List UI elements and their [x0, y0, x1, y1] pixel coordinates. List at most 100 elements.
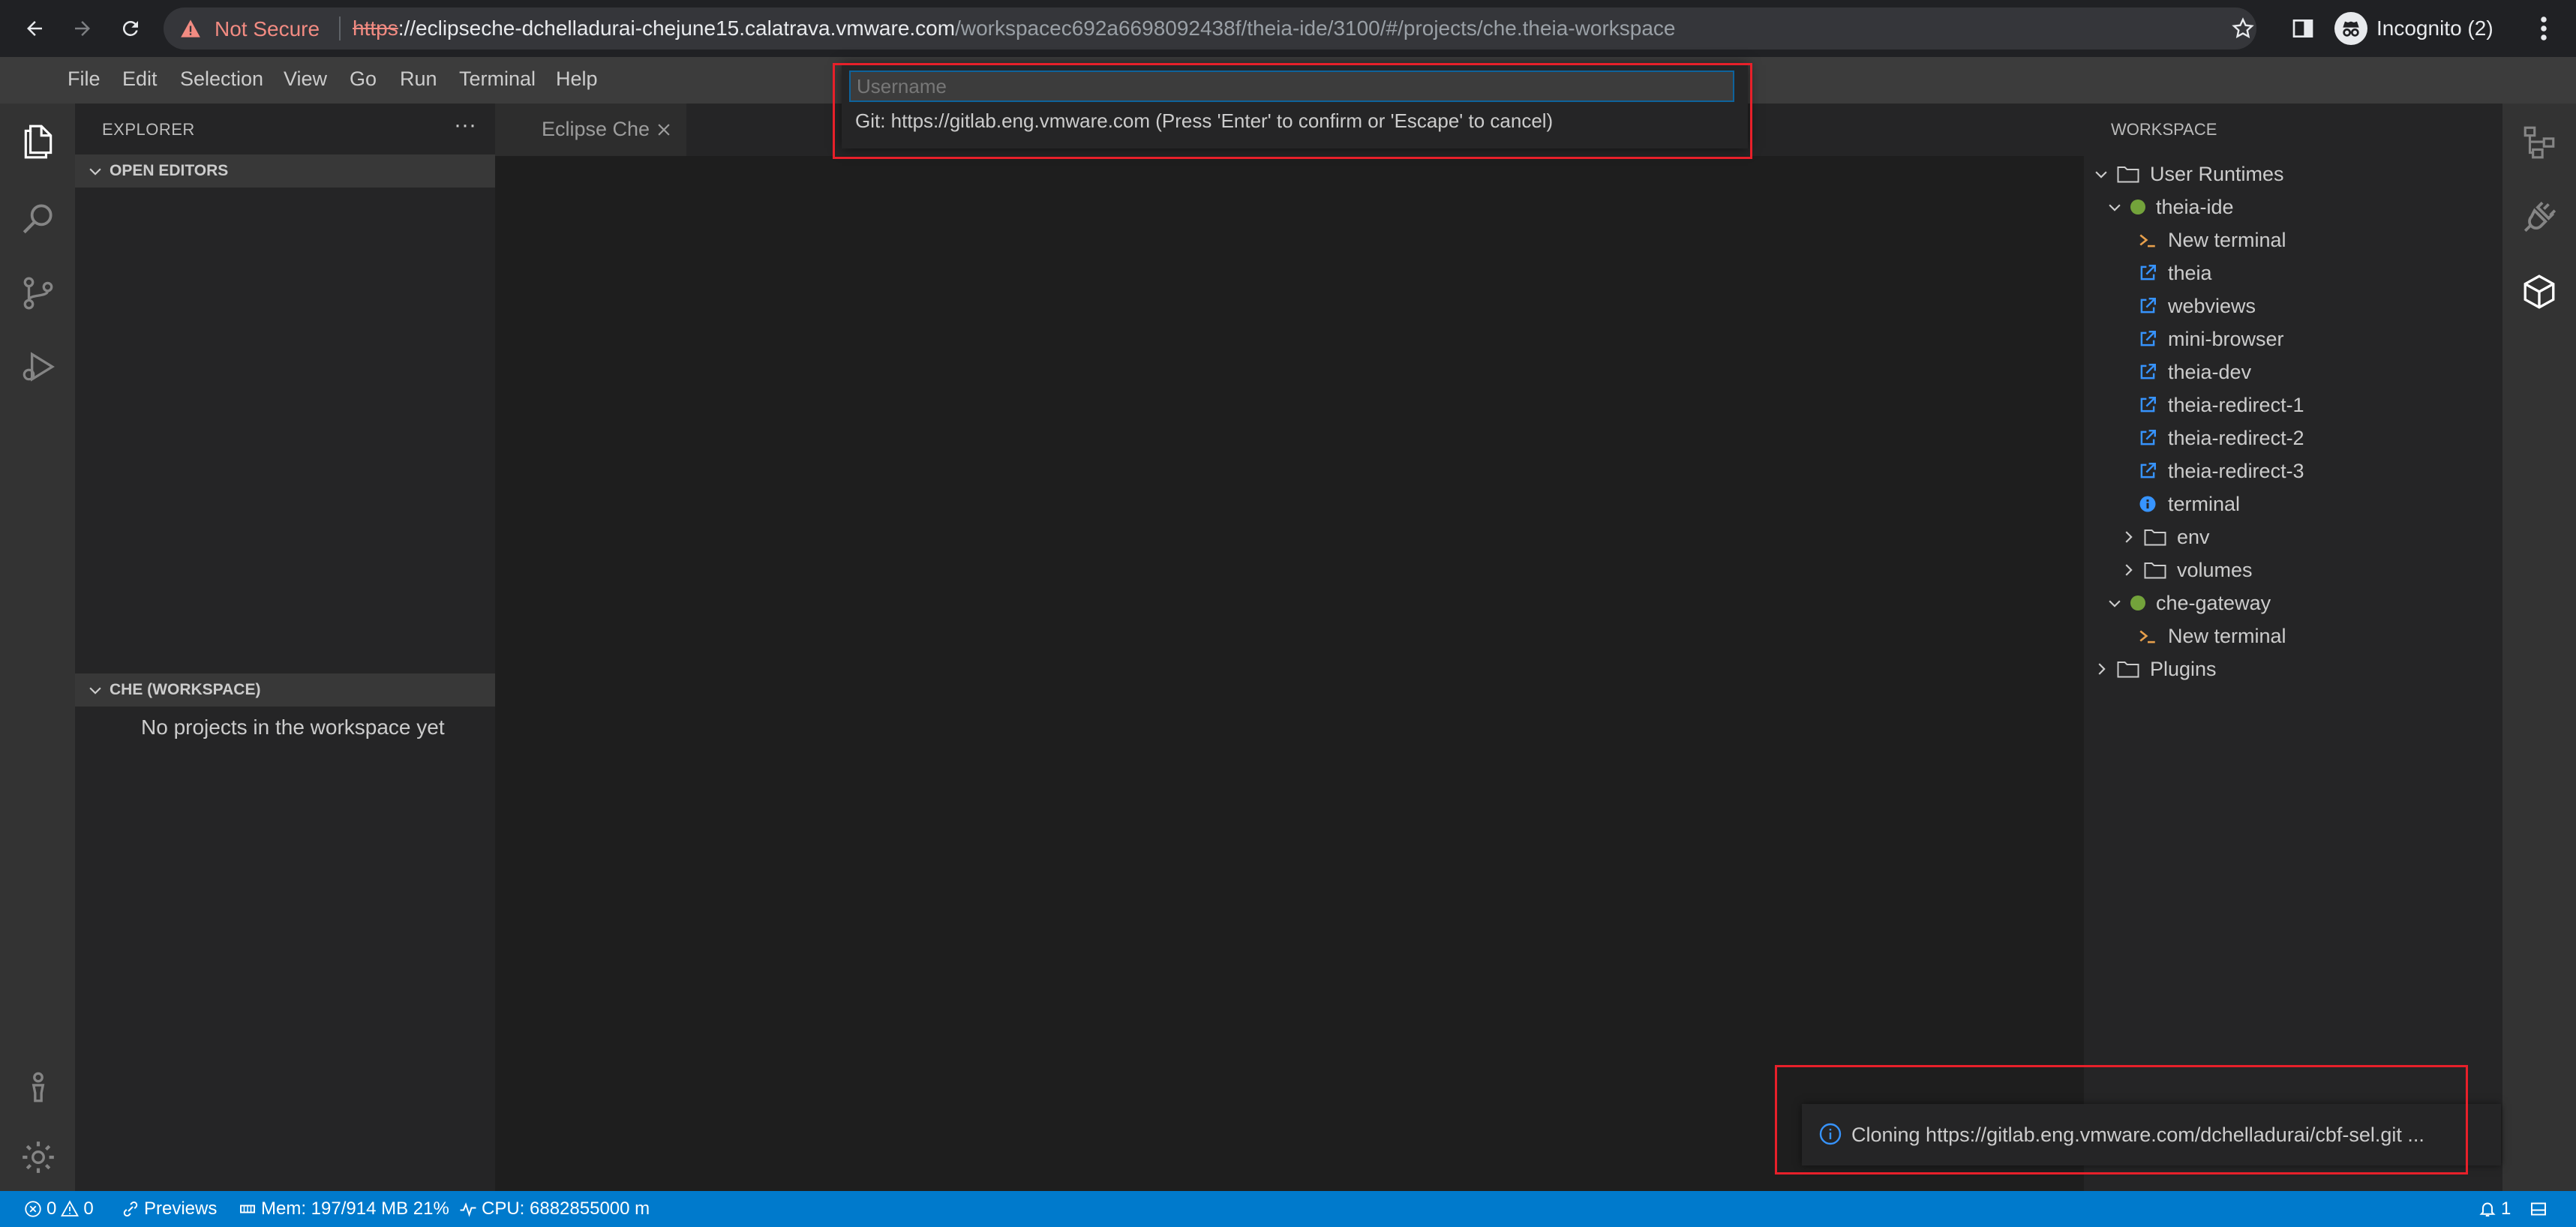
warning-icon — [61, 1200, 80, 1216]
source-control-icon[interactable] — [20, 274, 57, 312]
tree-item-mini-browser[interactable]: mini-browser — [2138, 322, 2284, 356]
tree-item-theia-redirect-2[interactable]: theia-redirect-2 — [2138, 422, 2304, 454]
tree-item-che-gateway[interactable]: che-gateway — [2106, 586, 2271, 620]
chevron-down-icon — [89, 168, 101, 176]
cpu-label: CPU: 6882855000 m — [482, 1198, 650, 1219]
activity-bar-left — [0, 104, 75, 1191]
cpu-status: CPU: 6882855000 m — [459, 1191, 650, 1227]
open-editors-section-header[interactable]: OPEN EDITORS — [75, 154, 495, 188]
tree-item-user-runtimes[interactable]: User Runtimes — [2093, 158, 2284, 190]
kebab-menu-icon[interactable] — [2532, 15, 2555, 42]
activity-bar-right — [2502, 104, 2576, 1191]
external-link-icon — [2138, 362, 2157, 382]
menu-run[interactable]: Run — [400, 68, 437, 91]
panel-layout-icon — [2531, 1202, 2546, 1216]
explorer-files-icon[interactable] — [20, 123, 57, 160]
settings-gear-icon[interactable] — [20, 1138, 57, 1176]
reload-button[interactable] — [113, 10, 149, 46]
security-label[interactable]: Not Secure — [215, 17, 320, 41]
tree-item-terminal[interactable]: terminal — [2138, 488, 2240, 520]
tree-label: New terminal — [2168, 228, 2286, 251]
side-panel-icon[interactable] — [2291, 16, 2315, 40]
error-icon — [25, 1201, 41, 1217]
url-path: /workspacec692a6698092438f/theia-ide/310… — [955, 16, 1676, 40]
accounts-icon[interactable] — [20, 1068, 57, 1106]
menu-help[interactable]: Help — [556, 68, 598, 91]
tree-item-theia[interactable]: theia — [2138, 256, 2212, 290]
tree-item-webviews[interactable]: webviews — [2138, 290, 2256, 322]
folder-icon — [2144, 562, 2166, 579]
incognito-profile-button[interactable]: Incognito (2) — [2334, 9, 2493, 48]
bookmark-star-icon[interactable] — [2231, 16, 2255, 40]
error-count: 0 — [47, 1198, 57, 1219]
tree-item-plugins[interactable]: Plugins — [2093, 652, 2217, 686]
menu-go[interactable]: Go — [350, 68, 377, 91]
menu-view[interactable]: View — [284, 68, 327, 91]
notifications-count: 1 — [2501, 1198, 2511, 1219]
notification-toast[interactable]: Cloning https://gitlab.eng.vmware.com/dc… — [1802, 1104, 2501, 1166]
previews-status[interactable]: Previews — [122, 1191, 217, 1227]
workspace-cube-icon[interactable] — [2520, 273, 2558, 310]
tree-item-theia-redirect-3[interactable]: theia-redirect-3 — [2138, 454, 2304, 488]
tree-item-theia-redirect-1[interactable]: theia-redirect-1 — [2138, 388, 2304, 422]
external-link-icon — [2138, 296, 2157, 316]
outline-tree-icon[interactable] — [2520, 123, 2558, 160]
tree-label: New terminal — [2168, 624, 2286, 647]
explorer-more-actions[interactable]: ··· — [454, 112, 476, 138]
problems-status[interactable]: 0 0 — [24, 1191, 94, 1227]
editor-area[interactable] — [495, 156, 2084, 1191]
open-editors-title: OPEN EDITORS — [110, 162, 229, 179]
url-text[interactable]: https://eclipseche-dchelladurai-chejune1… — [353, 16, 1676, 40]
warning-count: 0 — [83, 1198, 94, 1219]
chevron-down-icon — [2095, 171, 2107, 178]
arrow-right-icon — [75, 21, 90, 36]
explorer-sidebar: EXPLORER ··· OPEN EDITORS CHE (WORKSPACE… — [75, 104, 495, 1191]
tree-item-new-terminal[interactable]: New terminal — [2138, 224, 2286, 256]
tree-label: Plugins — [2150, 657, 2217, 680]
tree-label: User Runtimes — [2150, 162, 2284, 185]
tree-label: theia-dev — [2168, 360, 2252, 383]
layout-toggle[interactable] — [2529, 1191, 2547, 1227]
external-link-icon — [2138, 329, 2157, 349]
omnibox-separator — [339, 16, 341, 40]
warning-icon — [181, 20, 200, 38]
workspace-title: WORKSPACE — [2111, 120, 2217, 139]
tree-label: theia-redirect-1 — [2168, 393, 2304, 416]
terminal-prompt-icon — [2138, 626, 2157, 646]
plugin-plug-icon[interactable] — [2520, 198, 2558, 236]
url-host: ://eclipseche-dchelladurai-chejune15.cal… — [398, 16, 956, 40]
folder-icon — [2117, 662, 2139, 678]
search-icon[interactable] — [20, 200, 57, 237]
arrow-left-icon — [27, 21, 42, 36]
link-icon — [123, 1202, 138, 1216]
tree-item-gateway-new-terminal[interactable]: New terminal — [2138, 620, 2286, 652]
tree-item-env[interactable]: env — [2120, 520, 2210, 554]
menu-edit[interactable]: Edit — [122, 68, 158, 91]
close-icon[interactable] — [656, 122, 672, 138]
tree-item-theia-ide[interactable]: theia-ide — [2106, 190, 2234, 224]
profile-label: Incognito (2) — [2376, 16, 2493, 40]
che-workspace-section-header[interactable]: CHE (WORKSPACE) — [75, 674, 495, 706]
tree-label: theia — [2168, 261, 2212, 284]
tree-label: webviews — [2168, 294, 2256, 317]
tree-label: terminal — [2168, 492, 2241, 515]
back-button[interactable] — [17, 10, 53, 46]
notifications-status[interactable]: 1 — [2478, 1191, 2511, 1227]
run-debug-icon[interactable] — [20, 348, 57, 386]
menu-terminal[interactable]: Terminal — [459, 68, 536, 91]
forward-button[interactable] — [65, 10, 101, 46]
pulse-icon — [460, 1202, 476, 1217]
workspace-panel: WORKSPACE User Runtimes theia-ide New te… — [2084, 104, 2502, 1191]
address-bar[interactable]: Not Secure https://eclipseche-dchelladur… — [164, 8, 2256, 50]
quick-input-widget: Git: https://gitlab.eng.vmware.com (Pres… — [842, 64, 1748, 148]
menu-selection[interactable]: Selection — [180, 68, 263, 91]
folder-icon — [2144, 530, 2166, 546]
tab-eclipse-che[interactable]: Eclipse Che — [495, 104, 686, 156]
tree-label: theia-ide — [2156, 195, 2234, 218]
tree-item-theia-dev[interactable]: theia-dev — [2138, 356, 2251, 388]
menu-file[interactable]: File — [68, 68, 101, 91]
username-input[interactable] — [849, 70, 1734, 102]
memory-label: Mem: 197/914 MB 21% — [261, 1198, 449, 1219]
chevron-right-icon — [2098, 663, 2106, 675]
tree-item-volumes[interactable]: volumes — [2120, 554, 2253, 586]
